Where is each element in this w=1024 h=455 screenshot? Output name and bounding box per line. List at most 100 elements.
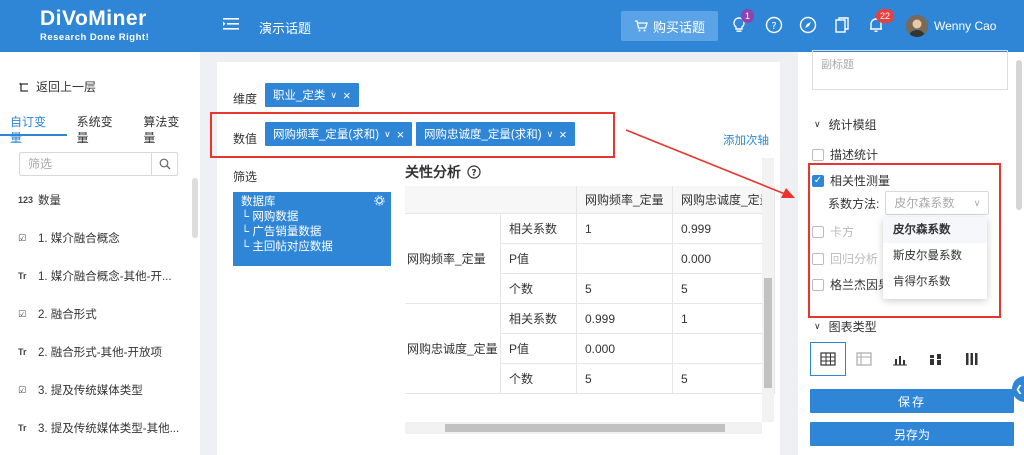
dimension-chip[interactable]: 职业_定类 ∨ ×: [265, 83, 359, 107]
database-filter[interactable]: 数据库 └ 网购数据 └ 广告销量数据 └ 主回帖对应数据: [233, 192, 391, 266]
dropdown-option-pearson[interactable]: 皮尔森系数: [883, 217, 987, 243]
chevron-down-icon[interactable]: ∨: [330, 90, 337, 101]
cart-icon: [634, 20, 648, 32]
dimension-label: 维度: [233, 92, 258, 106]
gear-icon[interactable]: [374, 195, 385, 209]
checkbox-type-icon: ☑: [18, 384, 27, 395]
value-chip-frequency[interactable]: 网购频率_定量(求和) ∨ ×: [265, 122, 413, 146]
top-header: DiVoMiner Research Done Right! 演示话题 购买话题…: [0, 0, 1024, 52]
dimension-chip-label: 职业_定类: [273, 90, 326, 102]
coefficient-method-row: 系数方法: 皮尔森系数 ∨: [828, 191, 990, 215]
list-item-label: 3. 提及传统媒体类型: [38, 385, 143, 397]
chart-type-header[interactable]: ∨ 图表类型: [814, 318, 877, 335]
checkbox[interactable]: [812, 225, 824, 238]
search-icon[interactable]: [151, 153, 177, 175]
tab-algorithm-variables[interactable]: 算法变量: [133, 114, 200, 145]
table-chart-icon[interactable]: [810, 342, 846, 376]
list-item[interactable]: ☑ 2. 融合形式: [18, 306, 97, 322]
clipboard-icon[interactable]: [834, 16, 852, 34]
list-item[interactable]: Tr 3. 提及传统媒体类型-其他...: [18, 420, 179, 436]
table-cell: [577, 244, 673, 274]
compass-icon[interactable]: [799, 16, 817, 34]
checkbox-label: 回归分析: [830, 252, 879, 266]
subtitle-input[interactable]: 副标题: [812, 50, 1008, 90]
variable-list-scrollbar[interactable]: [192, 178, 198, 238]
database-item-label: 主回帖对应数据: [252, 241, 333, 253]
checkbox-checked[interactable]: ✓: [812, 174, 824, 187]
table-cell: 1: [673, 304, 775, 334]
buy-topic-label: 购买话题: [652, 19, 705, 35]
table-cell: 个数: [501, 364, 577, 394]
checkbox-type-icon: ☑: [18, 232, 27, 243]
chevron-down-icon[interactable]: ∨: [547, 129, 554, 140]
bar-chart-icon[interactable]: [882, 342, 918, 376]
scrollbar-thumb[interactable]: [445, 424, 725, 432]
result-title: 关性分析 ?: [405, 162, 481, 182]
checkbox-label: 描述统计: [830, 148, 879, 162]
list-item[interactable]: Tr 1. 媒介融合概念-其他-开...: [18, 268, 172, 284]
granger-checkbox[interactable]: 格兰杰因果: [812, 276, 890, 293]
back-button[interactable]: 返回上一层: [18, 78, 96, 95]
dropdown-option-spearman[interactable]: 斯皮尔曼系数: [883, 243, 987, 269]
chevron-down-icon[interactable]: ∨: [384, 129, 391, 140]
checkbox[interactable]: [812, 252, 824, 265]
add-secondary-axis-link[interactable]: 添加次轴: [723, 132, 769, 148]
list-item[interactable]: ☑ 3. 提及传统媒体类型: [18, 382, 143, 398]
method-label: 系数方法:: [828, 196, 880, 211]
dropdown-option-kendall[interactable]: 肯得尔系数: [883, 269, 987, 295]
table-cell: 0.000: [673, 244, 775, 274]
text-type-icon: Tr: [18, 271, 27, 281]
close-icon[interactable]: ×: [343, 88, 351, 103]
list-item[interactable]: Tr 2. 融合形式-其他-开放项: [18, 344, 162, 360]
chevron-down-icon: ∨: [814, 119, 821, 129]
table-group-label: 网购忠诚度_定量: [405, 304, 501, 394]
table-cell: 5: [577, 364, 673, 394]
help-icon[interactable]: ?: [467, 165, 481, 179]
chi-square-checkbox[interactable]: 卡方: [812, 223, 854, 240]
pivot-table-icon[interactable]: [846, 342, 882, 376]
text-type-icon: Tr: [18, 347, 27, 357]
filter-label: 筛选: [233, 170, 258, 184]
avatar[interactable]: [906, 15, 928, 37]
stats-module-header[interactable]: ∨ 统计模组: [814, 116, 877, 133]
database-item[interactable]: └ 广告销量数据: [241, 225, 383, 240]
stacked-bar-icon[interactable]: [918, 342, 954, 376]
table-header: 网购忠诚度_定量: [673, 186, 775, 214]
close-icon[interactable]: ×: [397, 127, 405, 142]
list-item[interactable]: ☑ 1. 媒介融合概念: [18, 230, 120, 246]
checkbox[interactable]: [812, 278, 824, 291]
correlation-checkbox[interactable]: ✓ 相关性测量: [812, 172, 890, 189]
filter-placeholder: 筛选: [28, 157, 53, 171]
user-name[interactable]: Wenny Cao: [934, 19, 996, 33]
tab-custom-variables[interactable]: 自订变量: [0, 114, 67, 145]
close-icon[interactable]: ×: [559, 127, 567, 142]
coefficient-method-select[interactable]: 皮尔森系数 ∨: [885, 191, 990, 215]
tips-badge: 1: [741, 9, 755, 23]
table-horizontal-scrollbar[interactable]: [405, 422, 762, 434]
filter-input[interactable]: 筛选: [19, 152, 178, 176]
table-cell: 个数: [501, 274, 577, 304]
checkbox-label: 相关性测量: [830, 174, 891, 188]
settings-scrollbar[interactable]: [1016, 60, 1022, 210]
back-label: 返回上一层: [36, 80, 97, 94]
descriptive-stats-checkbox[interactable]: 描述统计: [812, 146, 878, 163]
save-as-button[interactable]: 另存为: [810, 422, 1014, 446]
variable-panel: 返回上一层 自订变量 系统变量 算法变量 筛选 123 数量 ☑ 1. 媒介融合概念…: [0, 52, 200, 455]
checkbox[interactable]: [812, 148, 824, 161]
database-item[interactable]: └ 网购数据: [241, 210, 383, 225]
database-item[interactable]: └ 主回帖对应数据: [241, 240, 383, 255]
scrollbar-thumb[interactable]: [764, 278, 772, 388]
buy-topic-button[interactable]: 购买话题: [621, 11, 718, 41]
svg-text:?: ?: [771, 21, 776, 32]
tab-system-variables[interactable]: 系统变量: [67, 114, 134, 145]
variable-tabs: 自订变量 系统变量 算法变量: [0, 114, 200, 145]
table-vertical-scrollbar[interactable]: [762, 158, 774, 422]
list-item[interactable]: 123 数量: [18, 192, 61, 208]
value-chip-loyalty[interactable]: 网购忠诚度_定量(求和) ∨ ×: [416, 122, 575, 146]
save-button[interactable]: 保存: [810, 389, 1014, 413]
regression-checkbox[interactable]: 回归分析: [812, 250, 878, 267]
column-chart-icon[interactable]: [954, 342, 990, 376]
menu-toggle-icon[interactable]: [222, 15, 242, 35]
logo[interactable]: DiVoMiner Research Done Right!: [40, 7, 190, 47]
help-icon[interactable]: ?: [765, 16, 783, 34]
